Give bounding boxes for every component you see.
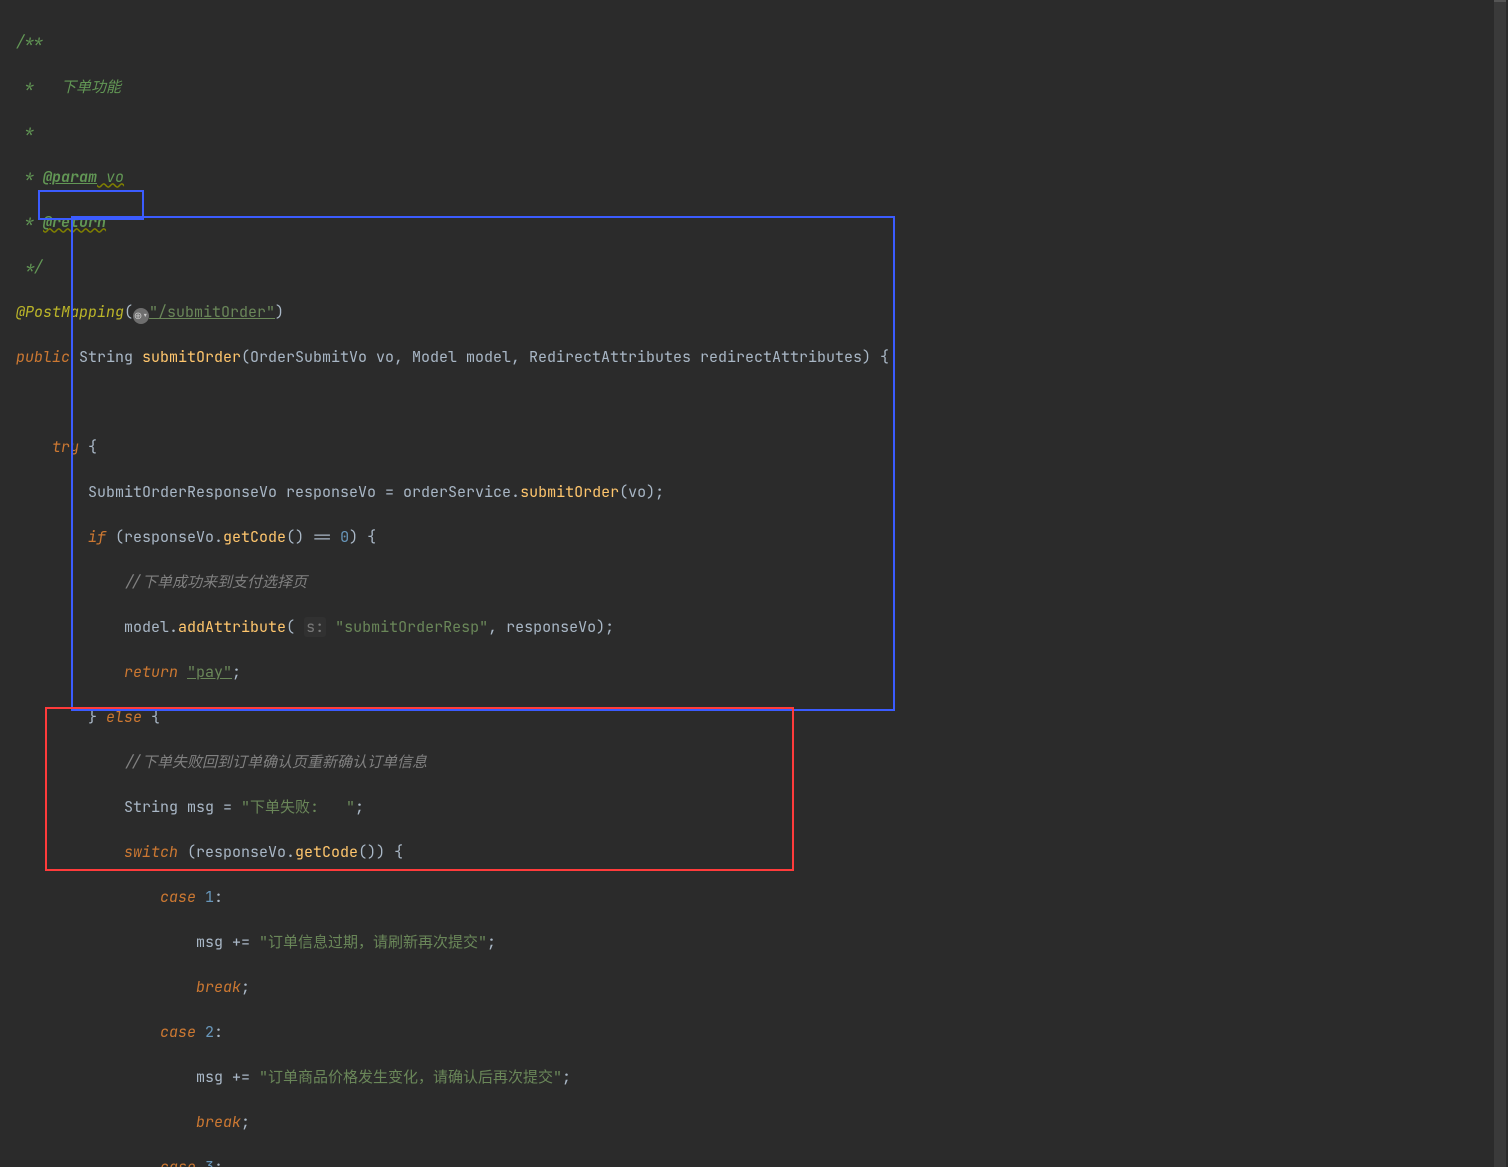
keyword-public: public (16, 347, 79, 367)
paren: ) (275, 302, 284, 322)
javadoc-line: * 下单功能 (16, 77, 121, 97)
javadoc-line: * (16, 212, 43, 232)
paren: ( (124, 302, 133, 322)
javadoc-line: * (16, 167, 43, 187)
javadoc-tag: @param (43, 167, 97, 187)
keyword-return: return (124, 662, 187, 682)
code-editor[interactable]: /** * 下单功能 * * @param vo * @return */ @P… (0, 0, 1508, 1167)
keyword-if: if (88, 527, 115, 547)
method-params: (OrderSubmitVo vo, Model model, Redirect… (241, 347, 889, 367)
scrollbar[interactable] (1494, 0, 1506, 1167)
keyword-case: case (160, 887, 205, 907)
annotation-url: "/submitOrder" (149, 302, 275, 322)
keyword-try: try (52, 437, 88, 457)
keyword-break: break (196, 977, 241, 997)
brace: { (88, 437, 97, 457)
javadoc-tag: @return (43, 212, 106, 232)
return-type: String (79, 347, 142, 367)
annotation: @PostMapping (16, 302, 124, 322)
method-call: submitOrder (520, 482, 619, 502)
keyword-switch: switch (124, 842, 187, 862)
code: SubmitOrderResponseVo responseVo = (88, 482, 403, 502)
method-name: submitOrder (142, 347, 241, 367)
keyword-else: else (106, 707, 151, 727)
comment: //下单成功来到支付选择页 (124, 572, 307, 592)
javadoc-open: /** (16, 32, 43, 52)
javadoc-param-name: vo (97, 167, 124, 187)
javadoc-line: * (16, 122, 34, 142)
param-hint: s: (304, 617, 326, 637)
javadoc-close: */ (16, 257, 43, 277)
globe-icon[interactable]: ⊕▾ (133, 308, 149, 324)
field: orderService (403, 482, 511, 502)
comment: //下单失败回到订单确认页重新确认订单信息 (124, 752, 427, 772)
